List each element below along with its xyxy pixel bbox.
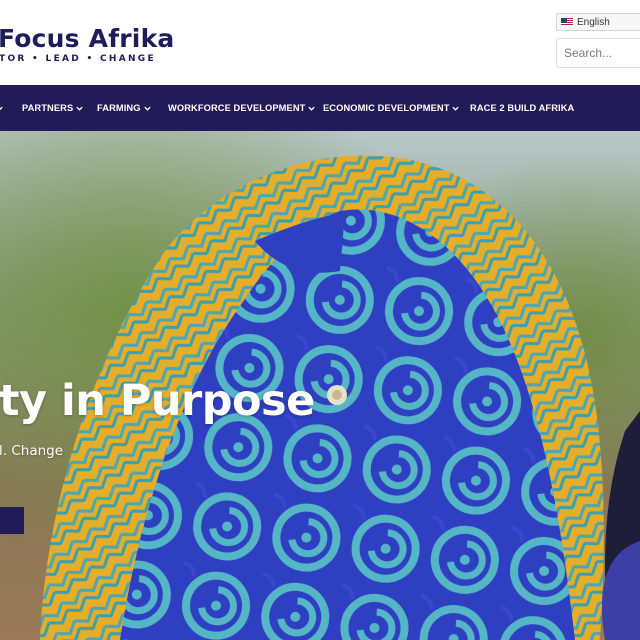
nav-item-label: FARMING — [97, 103, 141, 113]
hero-cta-button[interactable] — [0, 507, 24, 534]
nav-item-economic-development[interactable]: ECONOMIC DEVELOPMENT — [323, 85, 460, 131]
chevron-down-icon — [76, 105, 83, 112]
nav-item-partners[interactable]: PARTNERS — [22, 85, 83, 131]
flag-us-icon — [561, 18, 573, 26]
hero-heading: ty in Purpose — [0, 376, 315, 426]
nav-item-label: WORKFORCE DEVELOPMENT — [168, 103, 306, 113]
nav-item-workforce-development[interactable]: WORKFORCE DEVELOPMENT — [168, 85, 316, 131]
nav-item-label: PARTNERS — [22, 103, 74, 113]
chevron-down-icon — [308, 105, 316, 112]
chevron-down-icon — [143, 105, 151, 112]
site-header: Focus Afrika TOR • LEAD • CHANGE English — [0, 0, 640, 85]
site-logo-title[interactable]: Focus Afrika — [0, 24, 174, 53]
site-logo-tagline: TOR • LEAD • CHANGE — [0, 54, 156, 64]
nav-item-farming[interactable]: FARMING — [97, 85, 151, 131]
main-nav: PARTNERS FARMING WORKFORCE DEVELOPMENT E… — [0, 85, 640, 131]
language-selector[interactable]: English — [556, 13, 640, 31]
nav-item-label: RACE 2 BUILD AFRIKA — [470, 103, 575, 113]
language-label: English — [577, 16, 610, 28]
nav-item-label: ECONOMIC DEVELOPMENT — [323, 103, 450, 113]
hero-subheading: l. Change — [0, 443, 64, 459]
nav-item-partial[interactable] — [0, 85, 3, 131]
search-input[interactable] — [556, 38, 640, 68]
nav-item-race-2-build-afrika[interactable]: RACE 2 BUILD AFRIKA — [470, 85, 574, 131]
chevron-down-icon — [452, 105, 460, 112]
hero-banner: ty in Purpose l. Change — [0, 131, 640, 640]
chevron-down-icon — [0, 105, 3, 112]
